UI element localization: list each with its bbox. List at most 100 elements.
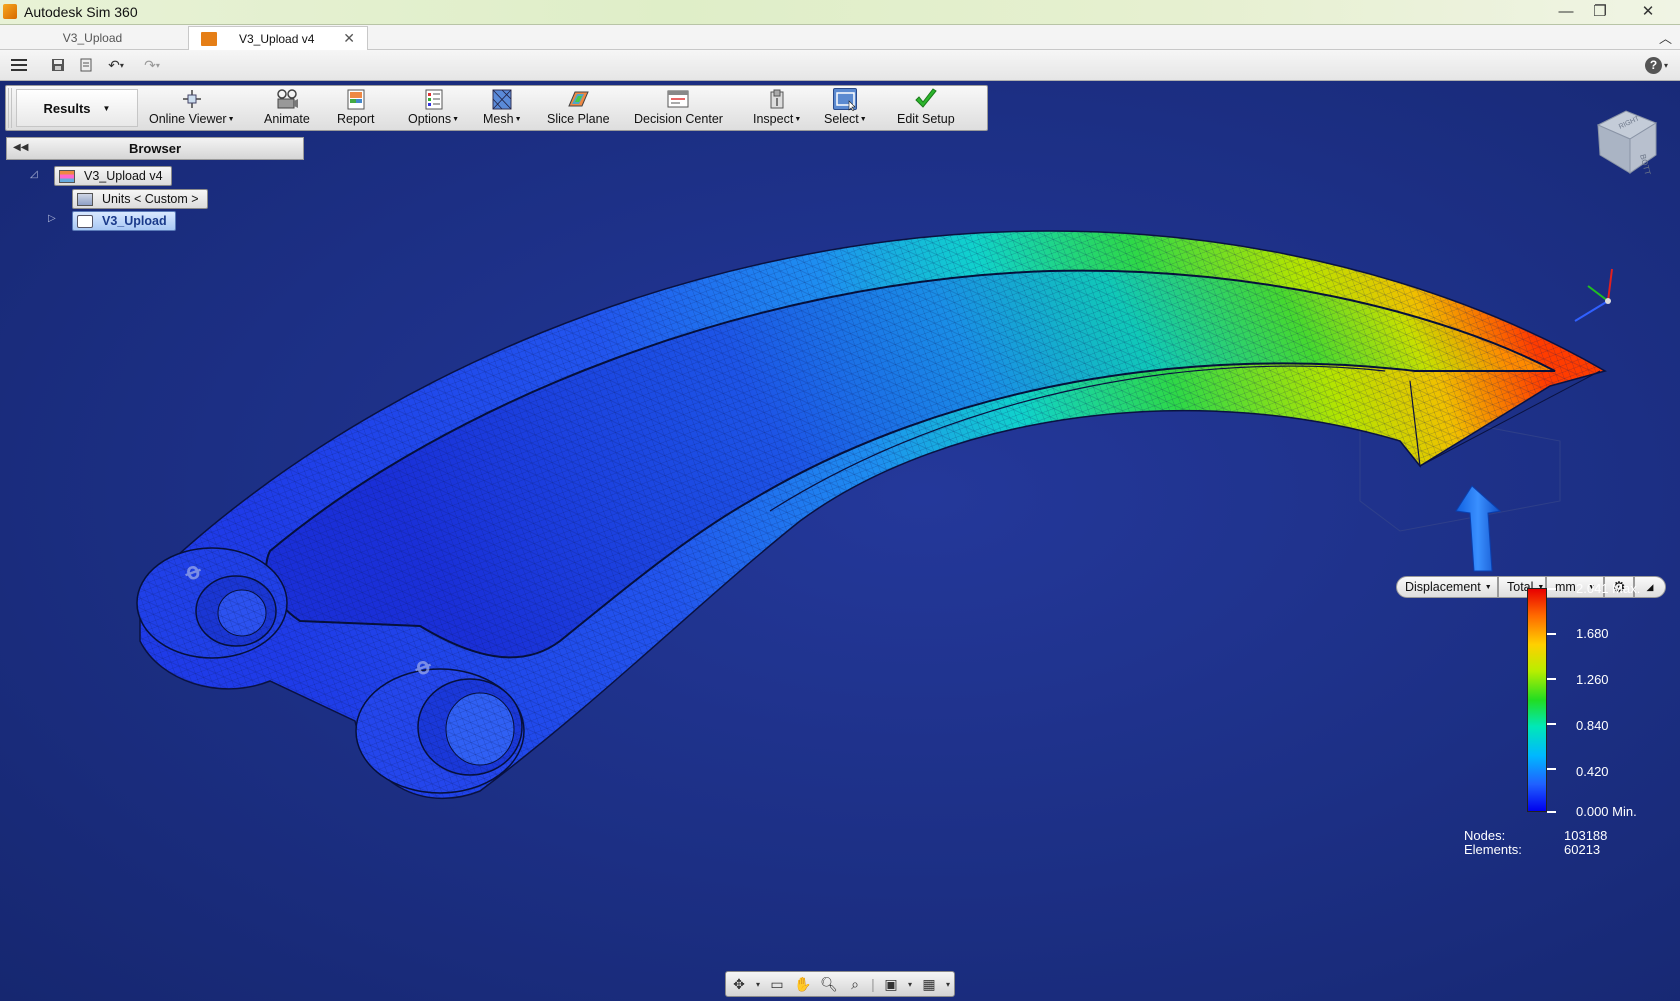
animate-button[interactable]: Animate bbox=[264, 88, 310, 128]
undo-icon: ↶ bbox=[108, 56, 120, 73]
collapse-ribbon-icon[interactable]: ︿ bbox=[1659, 28, 1672, 47]
decision-center-button[interactable]: Decision Center bbox=[634, 88, 723, 128]
animate-label: Animate bbox=[264, 112, 310, 126]
navigation-bar: ✥ ▾ ▭ ✋ 🔍︎ ⌕ | ▣ ▾ ▦ ▾ bbox=[725, 971, 955, 997]
tree-root-node[interactable]: V3_Upload v4 bbox=[54, 166, 172, 186]
save-button[interactable] bbox=[50, 56, 66, 74]
grid-icon[interactable]: ▦ bbox=[916, 974, 942, 994]
pan-hand-icon[interactable]: ✋ bbox=[790, 974, 816, 994]
legend-tick bbox=[1547, 768, 1556, 770]
legend-tick bbox=[1547, 588, 1556, 590]
workspace-label: Results bbox=[43, 100, 91, 116]
decision-center-icon bbox=[666, 88, 690, 110]
divider: | bbox=[871, 976, 875, 992]
legend-color-bar bbox=[1527, 588, 1547, 812]
orbit-icon[interactable]: ✥ bbox=[726, 974, 752, 994]
checkmark-icon bbox=[914, 88, 938, 110]
coordinate-triad-icon bbox=[1574, 268, 1613, 322]
mesh-label: Mesh bbox=[483, 112, 514, 126]
redo-icon: ↷ bbox=[144, 56, 156, 73]
unit-value: mm bbox=[1555, 580, 1576, 594]
view-cube[interactable]: BOTTOM RIGHT bbox=[1590, 103, 1662, 189]
edit-setup-button[interactable]: Edit Setup bbox=[897, 88, 955, 128]
grid-dropdown-icon[interactable]: ▾ bbox=[942, 974, 954, 994]
slice-plane-button[interactable]: Slice Plane bbox=[547, 88, 610, 128]
look-at-icon[interactable]: ▭ bbox=[764, 974, 790, 994]
animate-icon bbox=[275, 88, 299, 110]
app-title: Autodesk Sim 360 bbox=[24, 4, 138, 20]
legend-max-label: 2.041 Max. bbox=[1576, 581, 1641, 596]
help-icon[interactable]: ? bbox=[1645, 57, 1662, 74]
legend-tick bbox=[1547, 633, 1556, 635]
corner-arrow-icon: ◢ bbox=[1646, 581, 1654, 592]
expand-tree-icon[interactable]: ▷ bbox=[48, 213, 56, 224]
minimize-button[interactable]: — bbox=[1550, 0, 1582, 22]
tree-units-node[interactable]: Units < Custom > bbox=[72, 189, 208, 209]
decision-center-label: Decision Center bbox=[634, 112, 723, 126]
help-dropdown-icon[interactable]: ▾ bbox=[1664, 56, 1668, 74]
redo-button[interactable]: ↷ ▾ bbox=[138, 56, 166, 74]
browser-panel-header[interactable]: ◀◀ Browser bbox=[6, 137, 304, 160]
browser-title: Browser bbox=[128, 141, 182, 156]
collapse-browser-icon[interactable]: ◀◀ bbox=[13, 142, 28, 153]
legend-tick bbox=[1547, 811, 1556, 813]
title-bar: Autodesk Sim 360 — ❐ ✕ bbox=[0, 0, 1680, 25]
legend-tick bbox=[1547, 723, 1556, 725]
sim-document-icon bbox=[201, 31, 217, 46]
collapse-tree-icon[interactable]: ◿ bbox=[30, 169, 38, 180]
result-model-view[interactable]: ꝋ ꝋ bbox=[0, 81, 1680, 1001]
close-tab-icon[interactable]: ✕ bbox=[343, 30, 355, 47]
restore-button[interactable]: ❐ bbox=[1584, 0, 1616, 22]
legend-label: 0.840 bbox=[1576, 718, 1609, 733]
tab-v3-upload[interactable]: V3_Upload bbox=[0, 26, 185, 50]
elements-label: Elements: bbox=[1464, 842, 1522, 857]
tab-v3-upload-v4[interactable]: V3_Upload v4 ✕ bbox=[188, 26, 368, 50]
quick-access-toolbar: ↶ ▾ ↷ ▾ ? ▾ bbox=[0, 50, 1680, 81]
save-as-button[interactable] bbox=[78, 56, 94, 74]
zoom-window-icon[interactable]: ⌕ bbox=[842, 974, 868, 994]
result-type-dropdown[interactable]: Displacement ▼ bbox=[1396, 576, 1498, 598]
options-button[interactable]: Options▼ bbox=[408, 88, 459, 128]
part-icon bbox=[77, 214, 93, 228]
app-logo-icon bbox=[3, 4, 17, 19]
save-copy-icon bbox=[80, 58, 92, 72]
legend-label: 1.260 bbox=[1576, 672, 1609, 687]
workspace-switcher[interactable]: Results ▼ bbox=[16, 89, 138, 127]
save-icon bbox=[52, 59, 64, 71]
tree-part-label: V3_Upload bbox=[102, 214, 167, 228]
report-label: Report bbox=[337, 112, 375, 126]
select-label: Select bbox=[824, 112, 859, 126]
tree-root-label: V3_Upload v4 bbox=[84, 169, 163, 183]
edit-setup-label: Edit Setup bbox=[897, 112, 955, 126]
result-type-value: Displacement bbox=[1405, 580, 1481, 594]
tree-units-label: Units < Custom > bbox=[102, 192, 199, 206]
legend-label: 0.420 bbox=[1576, 764, 1609, 779]
report-button[interactable]: Report bbox=[337, 88, 375, 128]
select-icon bbox=[833, 88, 858, 112]
zoom-icon[interactable]: 🔍︎ bbox=[816, 974, 842, 994]
graphics-viewport[interactable]: ꝋ ꝋ Results ▼ Online Viewer▼ Animate Rep… bbox=[0, 81, 1680, 1001]
undo-button[interactable]: ↶ ▾ bbox=[102, 56, 130, 74]
report-icon bbox=[344, 88, 368, 110]
application-menu-button[interactable] bbox=[11, 56, 27, 74]
document-tab-bar: V3_Upload V3_Upload v4 ✕ ︿ bbox=[0, 25, 1680, 50]
display-dropdown-icon[interactable]: ▾ bbox=[904, 974, 916, 994]
tree-part-node[interactable]: V3_Upload bbox=[72, 211, 176, 231]
close-window-button[interactable]: ✕ bbox=[1632, 0, 1664, 22]
orbit-dropdown-icon[interactable]: ▾ bbox=[752, 974, 764, 994]
inspect-button[interactable]: Inspect▼ bbox=[753, 88, 801, 128]
nodes-value: 103188 bbox=[1564, 828, 1608, 843]
display-settings-icon[interactable]: ▣ bbox=[878, 974, 904, 994]
select-button[interactable]: Select▼ bbox=[824, 88, 867, 128]
online-viewer-button[interactable]: Online Viewer▼ bbox=[149, 88, 235, 128]
hamburger-menu-icon bbox=[11, 59, 27, 71]
online-viewer-label: Online Viewer bbox=[149, 112, 227, 126]
tab-label: V3_Upload bbox=[62, 31, 123, 45]
legend-tick bbox=[1547, 678, 1556, 680]
mesh-button[interactable]: Mesh▼ bbox=[483, 88, 522, 128]
online-viewer-icon bbox=[180, 88, 204, 110]
legend-min-label: 0.000 Min. bbox=[1576, 804, 1637, 819]
inspect-label: Inspect bbox=[753, 112, 794, 126]
study-icon bbox=[59, 169, 75, 183]
ribbon-grip[interactable] bbox=[8, 88, 14, 128]
